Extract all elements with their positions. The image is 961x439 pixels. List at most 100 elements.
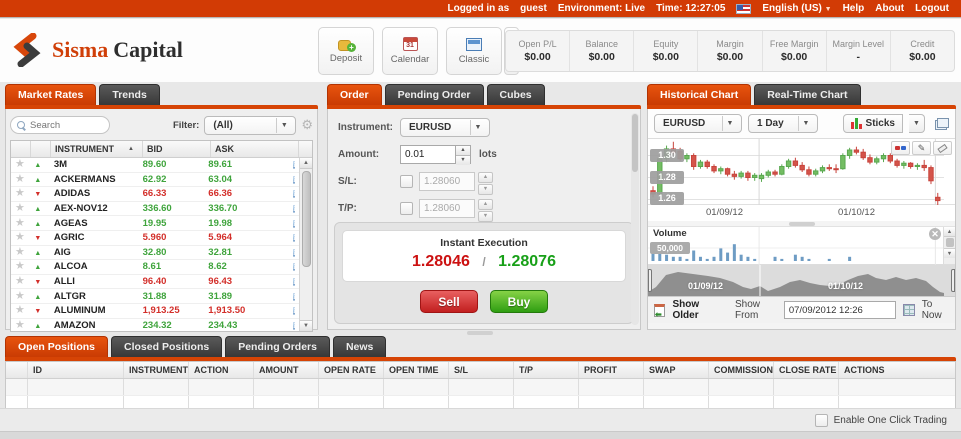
scroll-down-icon[interactable]: ▼ <box>944 248 955 258</box>
scroll-down-icon[interactable]: ▼ <box>299 320 312 331</box>
chart-instrument-select[interactable]: EURUSD ▼ <box>654 114 742 133</box>
tp-checkbox[interactable] <box>400 202 413 215</box>
star-icon[interactable]: ★ <box>15 290 25 302</box>
tab-news[interactable]: News <box>332 336 387 357</box>
col-commission[interactable]: COMMISSION <box>709 362 774 378</box>
col-actions[interactable]: ACTIONS <box>839 362 955 378</box>
logout-link[interactable]: Logout <box>915 3 949 14</box>
table-row[interactable]: ★ ▲ AGEAS 19.95 19.98 i <box>11 216 299 231</box>
tab-real-time-chart[interactable]: Real-Time Chart <box>754 84 861 105</box>
popout-window-icon[interactable] <box>935 117 949 130</box>
volume-scrollbar[interactable]: ▲ ▼ <box>943 227 955 264</box>
chart-style-dropdown[interactable]: ▼ <box>909 114 925 133</box>
star-icon[interactable]: ★ <box>15 231 25 243</box>
star-icon[interactable]: ★ <box>15 260 25 272</box>
tab-historical-chart[interactable]: Historical Chart <box>647 84 752 105</box>
table-row[interactable]: ★ ▲ ACKERMANS 62.92 63.04 i <box>11 173 299 188</box>
table-row[interactable]: ★ ▲ AMAZON 234.32 234.43 i <box>11 319 299 331</box>
col-instrument[interactable]: INSTRUMENT <box>124 362 189 378</box>
table-row[interactable]: ★ ▲ AIG 32.80 32.81 i <box>11 246 299 261</box>
table-row[interactable]: ★ ▲ ALTGR 31.88 31.89 i <box>11 289 299 304</box>
star-icon[interactable]: ★ <box>15 202 25 214</box>
navigator-left-handle[interactable] <box>648 269 652 292</box>
star-icon[interactable]: ★ <box>15 173 25 185</box>
amount-input[interactable] <box>400 145 456 164</box>
filter-select[interactable]: (All) ▼ <box>204 115 297 135</box>
panel-collapse-handle[interactable] <box>467 331 493 335</box>
tab-cubes[interactable]: Cubes <box>486 84 545 105</box>
search-input[interactable] <box>30 119 100 131</box>
scroll-thumb[interactable] <box>301 171 311 267</box>
navigator-right-handle[interactable] <box>951 269 955 292</box>
info-icon[interactable]: i <box>293 292 296 301</box>
col-action[interactable]: ACTION <box>189 362 254 378</box>
eraser-icon[interactable] <box>933 141 952 155</box>
candlestick-chart[interactable]: 1.30 1.28 1.26 ✎ <box>648 139 955 205</box>
layout-classic-button[interactable]: Classic <box>446 27 502 75</box>
instrument-select[interactable]: EURUSD ▼ <box>400 118 490 137</box>
table-row[interactable]: ★ ▲ ALCOA 8.61 8.62 i <box>11 260 299 275</box>
scroll-up-icon[interactable]: ▲ <box>944 227 955 237</box>
tab-open-positions[interactable]: Open Positions <box>5 336 109 357</box>
gear-icon[interactable]: ⚙ <box>301 117 313 133</box>
scroll-thumb[interactable] <box>945 238 954 247</box>
star-icon[interactable]: ★ <box>15 158 25 170</box>
info-icon[interactable]: i <box>293 263 296 272</box>
chart-period-select[interactable]: 1 Day ▼ <box>748 114 818 133</box>
one-click-checkbox[interactable] <box>814 413 828 427</box>
table-row[interactable]: ★ ▲ 3M 89.60 89.61 i <box>11 158 299 173</box>
star-icon[interactable]: ★ <box>15 319 25 331</box>
amount-stepper[interactable]: ▲ ▼ <box>456 145 471 165</box>
table-row[interactable]: ★ ▼ ALLI 96.40 96.43 i <box>11 275 299 290</box>
table-row[interactable]: ★ ▼ AGRIC 5.960 5.964 i <box>11 231 299 246</box>
info-icon[interactable]: i <box>293 175 296 184</box>
col-close-rate[interactable]: CLOSE RATE <box>774 362 839 378</box>
sell-button[interactable]: Sell <box>420 290 478 313</box>
date-picker-icon[interactable] <box>902 304 915 316</box>
table-row[interactable]: ★ ▼ ADIDAS 66.33 66.36 i <box>11 187 299 202</box>
col-open-rate[interactable]: OPEN RATE <box>319 362 384 378</box>
chart-3d-glasses-icon[interactable] <box>891 141 910 155</box>
info-icon[interactable]: i <box>293 307 296 316</box>
tab-trends[interactable]: Trends <box>99 84 160 105</box>
close-icon[interactable]: ✕ <box>929 228 941 240</box>
col-id[interactable]: ID <box>28 362 124 378</box>
info-icon[interactable]: i <box>293 219 296 228</box>
buy-button[interactable]: Buy <box>490 290 548 313</box>
tab-pending-order[interactable]: Pending Order <box>384 84 484 105</box>
order-scrollbar[interactable] <box>631 113 639 325</box>
tab-order[interactable]: Order <box>327 84 382 105</box>
sl-stepper[interactable]: ▲ ▼ <box>478 172 493 195</box>
show-from-input[interactable] <box>783 301 896 319</box>
col-t-p[interactable]: T/P <box>514 362 579 378</box>
table-row[interactable]: ★ ▲ AEX-NOV12 336.60 336.70 i <box>11 202 299 217</box>
star-icon[interactable]: ★ <box>15 304 25 316</box>
info-icon[interactable]: i <box>293 248 296 257</box>
info-icon[interactable]: i <box>293 190 296 199</box>
show-older-button[interactable]: Show Older <box>672 299 718 321</box>
info-icon[interactable]: i <box>293 321 296 330</box>
help-link[interactable]: Help <box>843 3 865 14</box>
tp-input[interactable] <box>419 199 475 218</box>
tab-closed-positions[interactable]: Closed Positions <box>111 336 223 357</box>
col-instrument[interactable]: INSTRUMENT ▲ <box>51 141 143 157</box>
table-row[interactable]: ★ ▼ ALUMINUM 1,913.25 1,913.50 i <box>11 304 299 319</box>
tp-stepper[interactable]: ▲ ▼ <box>478 199 493 222</box>
sl-input[interactable] <box>419 172 475 191</box>
sl-checkbox[interactable] <box>400 175 413 188</box>
deposit-button[interactable]: Deposit <box>318 27 374 75</box>
col-open-time[interactable]: OPEN TIME <box>384 362 449 378</box>
col-ask[interactable]: ASK <box>211 141 299 157</box>
scroll-up-icon[interactable]: ▲ <box>299 158 312 169</box>
col-amount[interactable]: AMOUNT <box>254 362 319 378</box>
star-icon[interactable]: ★ <box>15 187 25 199</box>
tab-pending-orders[interactable]: Pending Orders <box>225 336 330 357</box>
about-link[interactable]: About <box>875 3 904 14</box>
calendar-button[interactable]: 31 Calendar <box>382 27 438 75</box>
col-bid[interactable]: BID <box>143 141 211 157</box>
star-icon[interactable]: ★ <box>15 217 25 229</box>
language-selector[interactable]: English (US) ▼ <box>762 3 831 14</box>
info-icon[interactable]: i <box>293 278 296 287</box>
chart-navigator[interactable]: 01/09/12 01/10/12 <box>648 265 955 297</box>
info-icon[interactable]: i <box>293 234 296 243</box>
